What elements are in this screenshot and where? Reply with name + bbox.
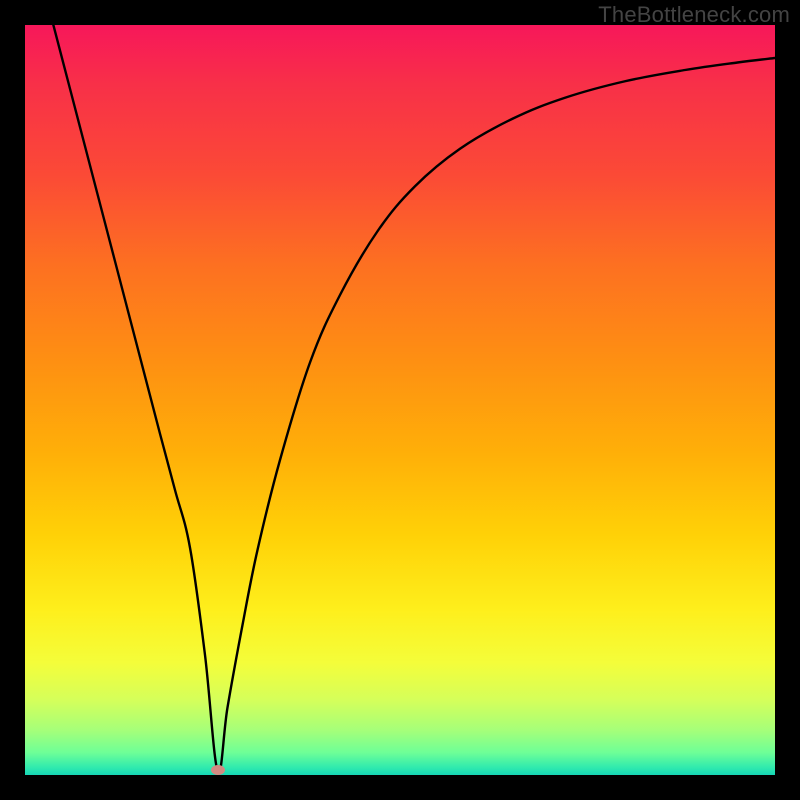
curve-svg: [25, 25, 775, 775]
curve-path: [48, 25, 776, 772]
min-dot: [211, 765, 225, 775]
chart-frame: TheBottleneck.com: [0, 0, 800, 800]
plot-area: [25, 25, 775, 775]
watermark-text: TheBottleneck.com: [598, 2, 790, 28]
